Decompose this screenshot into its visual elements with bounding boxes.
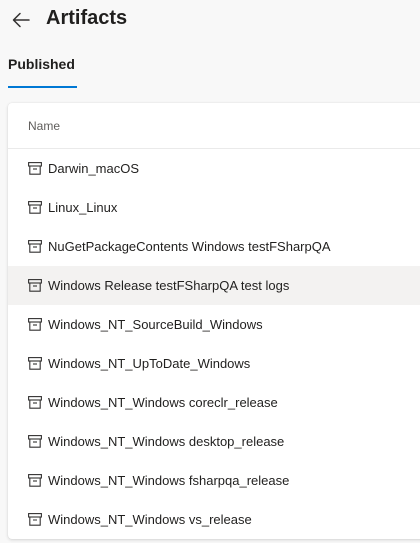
artifact-row[interactable]: Windows_NT_Windows fsharpqa_release <box>8 461 420 500</box>
artifact-row[interactable]: Windows_NT_SourceBuild_Windows <box>8 305 420 344</box>
artifact-name: Windows Release testFSharpQA test logs <box>48 278 290 293</box>
artifact-name: Linux_Linux <box>48 200 118 215</box>
artifact-name: Windows_NT_Windows fsharpqa_release <box>48 473 290 488</box>
artifact-name: Windows_NT_UpToDate_Windows <box>48 356 251 371</box>
package-icon <box>28 201 42 215</box>
tab-published[interactable]: Published <box>8 52 77 88</box>
package-icon <box>28 162 42 176</box>
package-icon <box>28 474 42 488</box>
tab-selected-indicator <box>8 86 77 88</box>
tab-bar: Published <box>8 52 77 88</box>
package-icon <box>28 318 42 332</box>
package-icon <box>28 357 42 371</box>
artifact-row[interactable]: Linux_Linux <box>8 188 420 227</box>
package-icon <box>28 240 42 254</box>
artifacts-table: Name Darwin_macOS Linux_Linux NuGetPackage… <box>8 103 420 539</box>
artifact-row[interactable]: Darwin_macOS <box>8 149 420 188</box>
artifact-name: Windows_NT_Windows vs_release <box>48 512 252 527</box>
package-icon <box>28 279 42 293</box>
arrow-left-icon <box>12 12 30 28</box>
page-header: Artifacts <box>0 0 420 40</box>
artifact-row[interactable]: Windows_NT_Windows vs_release <box>8 500 420 539</box>
artifact-row[interactable]: Windows Release testFSharpQA test logs <box>8 266 420 305</box>
artifact-name: NuGetPackageContents Windows testFSharpQ… <box>48 239 331 254</box>
artifact-row[interactable]: Windows_NT_UpToDate_Windows <box>8 344 420 383</box>
artifact-row[interactable]: NuGetPackageContents Windows testFSharpQ… <box>8 227 420 266</box>
artifact-row[interactable]: Windows_NT_Windows desktop_release <box>8 422 420 461</box>
artifact-list: Darwin_macOS Linux_Linux NuGetPackageConte… <box>8 149 420 539</box>
artifact-name: Windows_NT_Windows coreclr_release <box>48 395 278 410</box>
package-icon <box>28 435 42 449</box>
artifact-row[interactable]: Windows_NT_Windows coreclr_release <box>8 383 420 422</box>
column-header-name[interactable]: Name <box>8 103 420 149</box>
tab-label: Published <box>8 56 75 72</box>
page-title: Artifacts <box>46 7 128 29</box>
artifact-name: Darwin_macOS <box>48 161 140 176</box>
artifact-name: Windows_NT_SourceBuild_Windows <box>48 317 263 332</box>
artifact-name: Windows_NT_Windows desktop_release <box>48 434 285 449</box>
package-icon <box>28 396 42 410</box>
package-icon <box>28 513 42 527</box>
back-button[interactable] <box>10 9 32 31</box>
